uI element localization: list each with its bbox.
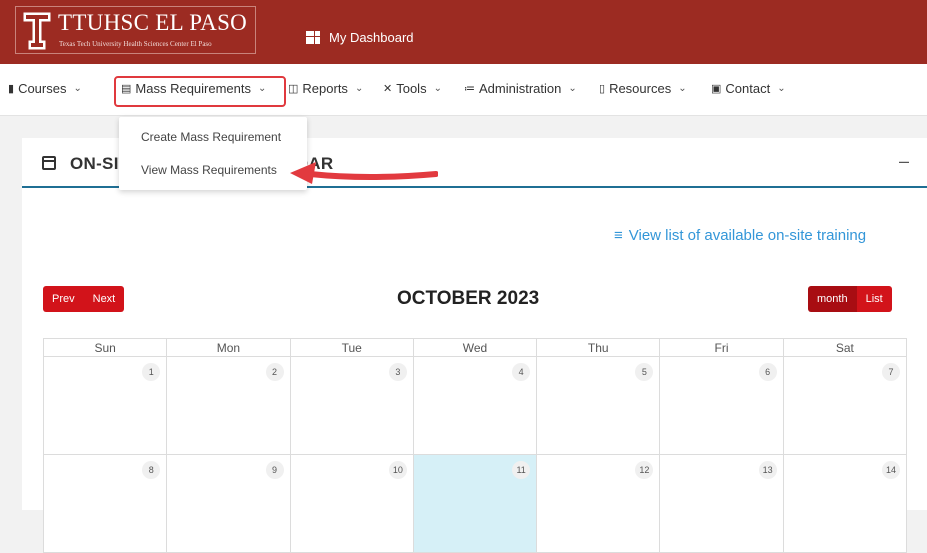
calendar-icon [42,156,56,170]
my-dashboard-label: My Dashboard [329,30,414,45]
nav-reports-label: Reports [302,81,348,96]
day-number: 10 [388,461,407,479]
report-icon: ◫ [288,83,299,95]
weekday-header: Wed [412,338,538,357]
calendar-day-cell[interactable]: 4 [412,356,538,455]
chevron-down-icon: ⌄ [568,83,577,94]
nav-tools[interactable]: ✕ Tools ⌄ [383,81,442,96]
nav-resources[interactable]: ▯ Resources ⌄ [599,81,687,96]
mass-requirements-dropdown: Create Mass Requirement View Mass Requir… [119,117,307,190]
tools-icon: ✕ [383,83,393,95]
calendar-day-cell[interactable]: 5 [536,356,661,455]
nav-courses-label: Courses [18,81,67,96]
calendar-day-cell[interactable]: 9 [166,454,291,553]
top-header: TTUHSC EL PASO Texas Tech University Hea… [0,0,927,64]
calendar-week-row: 8 9 10 11 12 13 14 [42,454,908,553]
calendar-day-cell[interactable]: 1 [42,356,168,455]
chevron-down-icon: ⌄ [678,83,687,94]
brand-title: TTUHSC EL PASO [58,10,248,35]
day-number: 1 [142,363,161,381]
nav-tools-label: Tools [396,81,427,96]
calendar-day-cell[interactable]: 12 [536,454,661,553]
calendar-grid: Sun Mon Tue Wed Thu Fri Sat 1 2 3 4 5 6 7 8 9 10 11 12 13 1… [42,338,908,553]
book-icon: ▮ [8,83,15,95]
pointer-arrow-annotation [290,162,438,184]
day-number: 2 [265,363,284,381]
list-view-button[interactable]: List [856,286,892,312]
list-icon: ≡ [614,227,623,244]
nav-resources-label: Resources [609,81,672,96]
calendar-day-cell[interactable]: 8 [42,454,168,553]
chevron-down-icon: ⌄ [354,83,364,94]
menu-item-view-mass-requirements[interactable]: View Mass Requirements [141,163,277,177]
next-button[interactable]: Next [83,286,125,312]
chevron-down-icon: ⌄ [433,83,442,94]
day-number: 9 [265,461,284,479]
double-t-logo-icon [22,11,52,51]
nav-administration-label: Administration [479,81,562,96]
calendar-day-cell[interactable]: 6 [659,356,784,455]
day-number: 7 [882,363,900,381]
contact-card-icon: ▣ [711,83,722,95]
month-view-button[interactable]: month [808,286,857,312]
nav-reports[interactable]: ◫ Reports ⌄ [288,81,363,96]
chevron-down-icon: ⌄ [73,83,82,94]
calendar-week-row: 1 2 3 4 5 6 7 [42,356,908,455]
calendar-day-cell[interactable]: 2 [166,356,291,455]
month-title: OCTOBER 2023 [397,288,540,309]
weekday-header: Tue [289,338,414,357]
day-number: 4 [512,363,531,381]
nav-administration[interactable]: ≔ Administration ⌄ [464,81,577,96]
chevron-down-icon: ⌄ [777,83,786,94]
calendar-day-cell[interactable]: 10 [289,454,414,553]
available-training-link[interactable]: ≡ View list of available on-site trainin… [614,227,866,244]
day-number: 8 [142,461,161,479]
day-number: 12 [635,461,654,479]
users-icon: ≔ [464,83,475,95]
nav-contact-label: Contact [725,81,771,96]
weekday-header: Fri [659,338,784,357]
calendar-day-cell[interactable]: 7 [782,356,908,455]
dashboard-grid-icon [306,31,320,44]
menu-item-create-mass-requirement[interactable]: Create Mass Requirement [141,130,281,144]
day-number: 3 [388,363,407,381]
calendar-day-cell[interactable]: 13 [659,454,784,553]
weekday-header-row: Sun Mon Tue Wed Thu Fri Sat [42,338,908,357]
calendar-day-cell[interactable]: 3 [289,356,414,455]
nav-contact[interactable]: ▣ Contact ⌄ [711,81,786,96]
weekday-header: Mon [166,338,291,357]
day-number: 14 [882,461,900,479]
prev-button[interactable]: Prev [43,286,84,312]
collapse-button[interactable]: – [899,151,909,172]
highlight-annotation [114,76,286,107]
nav-courses[interactable]: ▮ Courses ⌄ [8,81,82,96]
brand-logo[interactable]: TTUHSC EL PASO Texas Tech University Hea… [15,6,256,54]
available-training-label: View list of available on-site training [628,227,867,244]
day-number: 6 [758,363,777,381]
prev-next-group: Prev Next [43,286,125,312]
weekday-header: Sat [782,338,908,357]
calendar-day-cell[interactable]: 11 [412,454,538,553]
view-toggle-group: month List [808,286,892,312]
brand-subtitle: Texas Tech University Health Sciences Ce… [59,40,212,48]
weekday-header: Sun [42,338,168,357]
calendar-day-cell[interactable]: 14 [782,454,908,553]
day-number: 11 [512,461,531,479]
day-number: 5 [635,363,654,381]
library-icon: ▯ [599,83,606,95]
day-number: 13 [758,461,777,479]
my-dashboard-link[interactable]: My Dashboard [306,30,414,45]
weekday-header: Thu [536,338,661,357]
